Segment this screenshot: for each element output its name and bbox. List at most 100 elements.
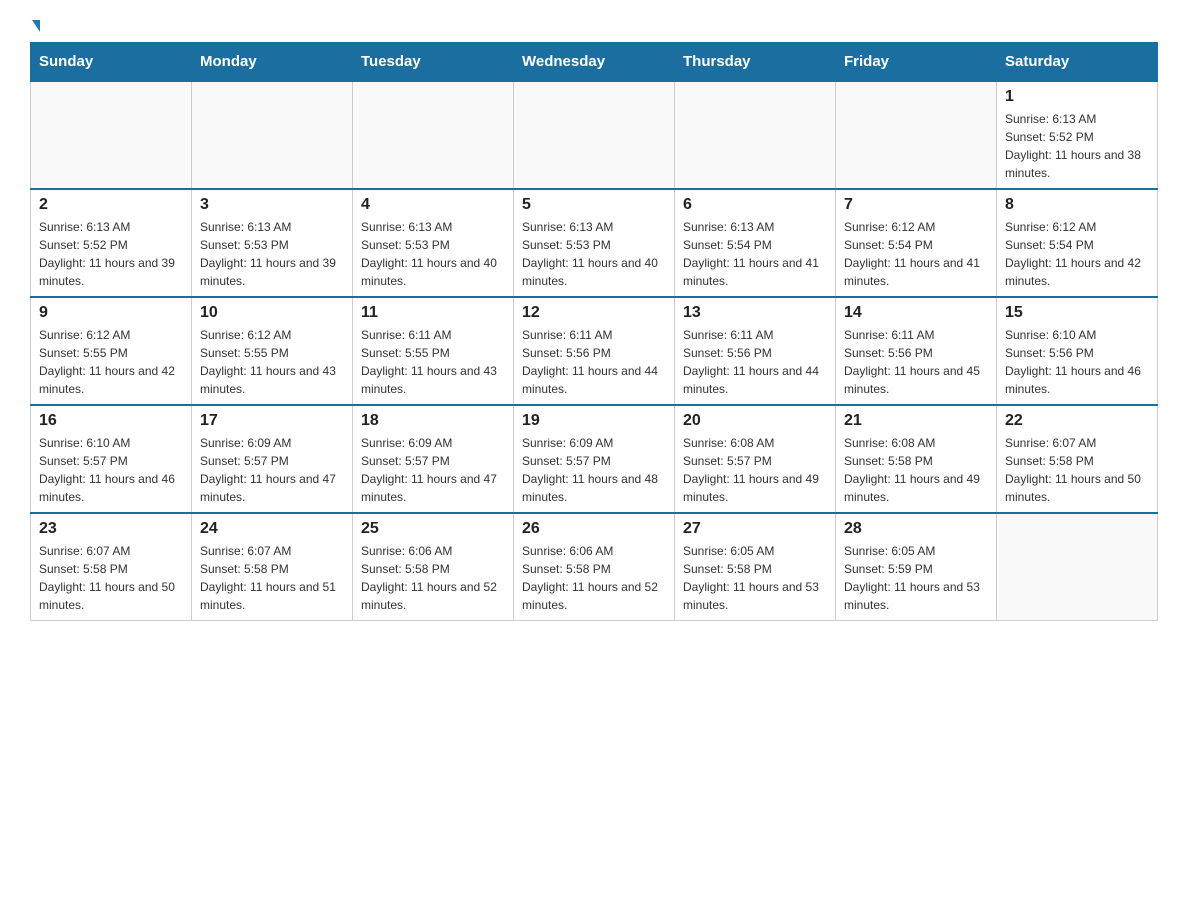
calendar-cell bbox=[836, 81, 997, 189]
day-number: 25 bbox=[361, 520, 505, 538]
calendar-cell bbox=[675, 81, 836, 189]
day-number: 7 bbox=[844, 196, 988, 214]
day-number: 8 bbox=[1005, 196, 1149, 214]
logo-triangle-icon bbox=[32, 20, 40, 32]
calendar-header-row: SundayMondayTuesdayWednesdayThursdayFrid… bbox=[31, 43, 1158, 82]
day-info: Sunrise: 6:11 AMSunset: 5:56 PMDaylight:… bbox=[522, 326, 666, 398]
day-info: Sunrise: 6:09 AMSunset: 5:57 PMDaylight:… bbox=[522, 434, 666, 506]
day-number: 10 bbox=[200, 304, 344, 322]
day-number: 24 bbox=[200, 520, 344, 538]
calendar-cell: 21 Sunrise: 6:08 AMSunset: 5:58 PMDayligh… bbox=[836, 405, 997, 513]
day-info: Sunrise: 6:12 AMSunset: 5:54 PMDaylight:… bbox=[1005, 218, 1149, 290]
calendar-cell: 27 Sunrise: 6:05 AMSunset: 5:58 PMDayligh… bbox=[675, 513, 836, 621]
day-number: 11 bbox=[361, 304, 505, 322]
calendar-cell: 12 Sunrise: 6:11 AMSunset: 5:56 PMDayligh… bbox=[514, 297, 675, 405]
calendar-cell: 5 Sunrise: 6:13 AMSunset: 5:53 PMDaylight… bbox=[514, 189, 675, 297]
day-number: 15 bbox=[1005, 304, 1149, 322]
calendar-cell: 25 Sunrise: 6:06 AMSunset: 5:58 PMDayligh… bbox=[353, 513, 514, 621]
calendar-cell: 18 Sunrise: 6:09 AMSunset: 5:57 PMDayligh… bbox=[353, 405, 514, 513]
day-info: Sunrise: 6:09 AMSunset: 5:57 PMDaylight:… bbox=[200, 434, 344, 506]
calendar-cell bbox=[31, 81, 192, 189]
calendar-cell: 19 Sunrise: 6:09 AMSunset: 5:57 PMDayligh… bbox=[514, 405, 675, 513]
calendar-cell: 17 Sunrise: 6:09 AMSunset: 5:57 PMDayligh… bbox=[192, 405, 353, 513]
calendar-cell: 15 Sunrise: 6:10 AMSunset: 5:56 PMDayligh… bbox=[997, 297, 1158, 405]
day-info: Sunrise: 6:05 AMSunset: 5:59 PMDaylight:… bbox=[844, 542, 988, 614]
day-number: 26 bbox=[522, 520, 666, 538]
day-number: 28 bbox=[844, 520, 988, 538]
day-info: Sunrise: 6:13 AMSunset: 5:52 PMDaylight:… bbox=[1005, 110, 1149, 182]
calendar-week-row: 9 Sunrise: 6:12 AMSunset: 5:55 PMDaylight… bbox=[31, 297, 1158, 405]
day-number: 23 bbox=[39, 520, 183, 538]
calendar-cell: 11 Sunrise: 6:11 AMSunset: 5:55 PMDayligh… bbox=[353, 297, 514, 405]
day-info: Sunrise: 6:12 AMSunset: 5:55 PMDaylight:… bbox=[200, 326, 344, 398]
day-info: Sunrise: 6:12 AMSunset: 5:55 PMDaylight:… bbox=[39, 326, 183, 398]
day-number: 17 bbox=[200, 412, 344, 430]
calendar-cell: 14Sunrise: 6:11 AMSunset: 5:56 PMDayligh… bbox=[836, 297, 997, 405]
calendar-cell: 9 Sunrise: 6:12 AMSunset: 5:55 PMDaylight… bbox=[31, 297, 192, 405]
day-info: Sunrise: 6:05 AMSunset: 5:58 PMDaylight:… bbox=[683, 542, 827, 614]
day-info: Sunrise: 6:07 AMSunset: 5:58 PMDaylight:… bbox=[200, 542, 344, 614]
calendar-cell: 13 Sunrise: 6:11 AMSunset: 5:56 PMDayligh… bbox=[675, 297, 836, 405]
calendar-week-row: 1 Sunrise: 6:13 AMSunset: 5:52 PMDaylight… bbox=[31, 81, 1158, 189]
calendar-cell: 10 Sunrise: 6:12 AMSunset: 5:55 PMDayligh… bbox=[192, 297, 353, 405]
day-number: 13 bbox=[683, 304, 827, 322]
calendar-header-friday: Friday bbox=[836, 43, 997, 82]
day-number: 1 bbox=[1005, 88, 1149, 106]
day-info: Sunrise: 6:07 AMSunset: 5:58 PMDaylight:… bbox=[39, 542, 183, 614]
calendar-header-saturday: Saturday bbox=[997, 43, 1158, 82]
calendar-cell: 4 Sunrise: 6:13 AMSunset: 5:53 PMDaylight… bbox=[353, 189, 514, 297]
day-number: 12 bbox=[522, 304, 666, 322]
calendar-header-monday: Monday bbox=[192, 43, 353, 82]
day-number: 20 bbox=[683, 412, 827, 430]
day-number: 21 bbox=[844, 412, 988, 430]
calendar-cell: 3 Sunrise: 6:13 AMSunset: 5:53 PMDaylight… bbox=[192, 189, 353, 297]
calendar-week-row: 2 Sunrise: 6:13 AMSunset: 5:52 PMDaylight… bbox=[31, 189, 1158, 297]
calendar-header-sunday: Sunday bbox=[31, 43, 192, 82]
calendar-cell: 2 Sunrise: 6:13 AMSunset: 5:52 PMDaylight… bbox=[31, 189, 192, 297]
calendar-header-thursday: Thursday bbox=[675, 43, 836, 82]
day-info: Sunrise: 6:09 AMSunset: 5:57 PMDaylight:… bbox=[361, 434, 505, 506]
calendar-cell bbox=[192, 81, 353, 189]
day-info: Sunrise: 6:08 AMSunset: 5:58 PMDaylight:… bbox=[844, 434, 988, 506]
day-info: Sunrise: 6:06 AMSunset: 5:58 PMDaylight:… bbox=[361, 542, 505, 614]
day-number: 4 bbox=[361, 196, 505, 214]
day-info: Sunrise: 6:06 AMSunset: 5:58 PMDaylight:… bbox=[522, 542, 666, 614]
calendar-week-row: 16 Sunrise: 6:10 AMSunset: 5:57 PMDayligh… bbox=[31, 405, 1158, 513]
calendar-cell: 28 Sunrise: 6:05 AMSunset: 5:59 PMDayligh… bbox=[836, 513, 997, 621]
day-number: 19 bbox=[522, 412, 666, 430]
day-number: 27 bbox=[683, 520, 827, 538]
calendar-cell bbox=[997, 513, 1158, 621]
day-info: Sunrise: 6:08 AMSunset: 5:57 PMDaylight:… bbox=[683, 434, 827, 506]
day-info: Sunrise: 6:11 AMSunset: 5:56 PMDaylight:… bbox=[844, 326, 988, 398]
day-number: 2 bbox=[39, 196, 183, 214]
calendar-cell: 6 Sunrise: 6:13 AMSunset: 5:54 PMDaylight… bbox=[675, 189, 836, 297]
day-number: 9 bbox=[39, 304, 183, 322]
calendar-cell: 26 Sunrise: 6:06 AMSunset: 5:58 PMDayligh… bbox=[514, 513, 675, 621]
day-info: Sunrise: 6:13 AMSunset: 5:53 PMDaylight:… bbox=[200, 218, 344, 290]
day-info: Sunrise: 6:13 AMSunset: 5:53 PMDaylight:… bbox=[522, 218, 666, 290]
day-number: 6 bbox=[683, 196, 827, 214]
logo bbox=[30, 20, 40, 32]
day-number: 22 bbox=[1005, 412, 1149, 430]
day-info: Sunrise: 6:13 AMSunset: 5:54 PMDaylight:… bbox=[683, 218, 827, 290]
day-info: Sunrise: 6:10 AMSunset: 5:56 PMDaylight:… bbox=[1005, 326, 1149, 398]
calendar-cell: 8 Sunrise: 6:12 AMSunset: 5:54 PMDaylight… bbox=[997, 189, 1158, 297]
day-info: Sunrise: 6:11 AMSunset: 5:56 PMDaylight:… bbox=[683, 326, 827, 398]
calendar-cell bbox=[514, 81, 675, 189]
calendar-cell: 22 Sunrise: 6:07 AMSunset: 5:58 PMDayligh… bbox=[997, 405, 1158, 513]
calendar-cell: 7 Sunrise: 6:12 AMSunset: 5:54 PMDaylight… bbox=[836, 189, 997, 297]
day-info: Sunrise: 6:12 AMSunset: 5:54 PMDaylight:… bbox=[844, 218, 988, 290]
day-info: Sunrise: 6:11 AMSunset: 5:55 PMDaylight:… bbox=[361, 326, 505, 398]
day-number: 18 bbox=[361, 412, 505, 430]
day-info: Sunrise: 6:13 AMSunset: 5:53 PMDaylight:… bbox=[361, 218, 505, 290]
day-info: Sunrise: 6:10 AMSunset: 5:57 PMDaylight:… bbox=[39, 434, 183, 506]
day-number: 16 bbox=[39, 412, 183, 430]
day-info: Sunrise: 6:13 AMSunset: 5:52 PMDaylight:… bbox=[39, 218, 183, 290]
day-number: 5 bbox=[522, 196, 666, 214]
day-info: Sunrise: 6:07 AMSunset: 5:58 PMDaylight:… bbox=[1005, 434, 1149, 506]
calendar-header-wednesday: Wednesday bbox=[514, 43, 675, 82]
calendar-cell: 16 Sunrise: 6:10 AMSunset: 5:57 PMDayligh… bbox=[31, 405, 192, 513]
day-number: 3 bbox=[200, 196, 344, 214]
calendar-week-row: 23 Sunrise: 6:07 AMSunset: 5:58 PMDayligh… bbox=[31, 513, 1158, 621]
calendar-cell: 20 Sunrise: 6:08 AMSunset: 5:57 PMDayligh… bbox=[675, 405, 836, 513]
